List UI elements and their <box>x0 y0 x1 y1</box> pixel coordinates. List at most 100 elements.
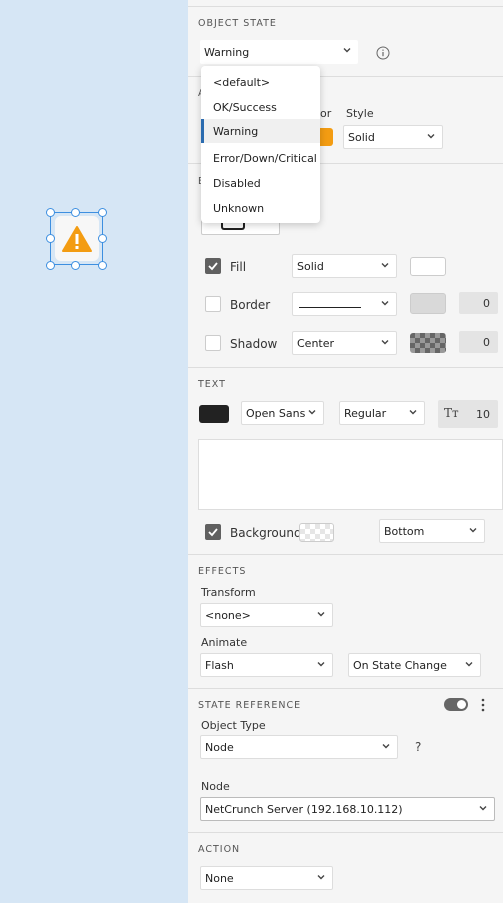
background-checkbox[interactable] <box>205 524 221 540</box>
object-state-dropdown-menu: <default> OK/Success Warning Error/Down/… <box>201 66 320 223</box>
object-type-label: Object Type <box>201 719 266 732</box>
resize-handle-s[interactable] <box>71 261 80 270</box>
font-family-select[interactable]: Open Sans <box>241 401 324 425</box>
node-select[interactable]: NetCrunch Server (192.168.10.112) <box>200 797 495 821</box>
action-section-title: ACTION <box>198 844 241 855</box>
chevron-down-icon <box>469 528 477 533</box>
divider <box>188 367 503 368</box>
chevron-down-icon <box>381 340 389 345</box>
background-color-swatch[interactable] <box>299 523 334 542</box>
animate-select[interactable]: Flash <box>200 653 333 677</box>
fill-color-swatch[interactable] <box>410 257 446 276</box>
resize-handle-n[interactable] <box>71 208 80 217</box>
text-color-swatch[interactable] <box>199 405 229 423</box>
animate-trigger-value: On State Change <box>353 658 447 672</box>
warning-triangle-icon <box>62 225 92 252</box>
chevron-down-icon <box>409 410 417 415</box>
more-vertical-icon[interactable] <box>480 698 486 712</box>
object-type-value: Node <box>205 740 234 754</box>
checkmark-icon <box>208 528 218 537</box>
help-icon[interactable]: ? <box>415 740 421 754</box>
shadow-size-input[interactable]: 0 <box>459 331 498 353</box>
node-label: Node <box>201 780 230 793</box>
border-checkbox[interactable] <box>205 296 221 312</box>
menu-item-error-down-critical[interactable]: Error/Down/Critical <box>201 146 320 170</box>
transform-label: Transform <box>201 586 256 599</box>
action-select[interactable]: None <box>200 866 333 890</box>
transform-select[interactable]: <none> <box>200 603 333 627</box>
info-icon[interactable] <box>376 46 390 60</box>
font-weight-select[interactable]: Regular <box>339 401 425 425</box>
shadow-position-select[interactable]: Center <box>292 331 397 355</box>
chevron-down-icon <box>317 662 325 667</box>
menu-item-disabled[interactable]: Disabled <box>201 171 320 195</box>
action-value: None <box>205 871 234 885</box>
resize-handle-nw[interactable] <box>46 208 55 217</box>
divider <box>188 688 503 689</box>
menu-item-ok-success[interactable]: OK/Success <box>201 95 320 119</box>
menu-item-warning[interactable]: Warning <box>201 119 320 143</box>
resize-handle-se[interactable] <box>98 261 107 270</box>
font-size-value: 10 <box>476 407 490 421</box>
state-color-swatch[interactable] <box>320 128 333 146</box>
border-width-input[interactable]: 0 <box>459 292 498 314</box>
object-type-select[interactable]: Node <box>200 735 398 759</box>
object-state-select[interactable]: Warning <box>200 40 358 64</box>
menu-item-unknown[interactable]: Unknown <box>201 196 320 220</box>
border-color-swatch[interactable] <box>410 293 446 314</box>
resize-handle-sw[interactable] <box>46 261 55 270</box>
line-style-preview <box>299 306 361 308</box>
object-state-value: Warning <box>204 45 250 59</box>
warning-object[interactable] <box>55 216 99 261</box>
divider <box>188 832 503 833</box>
text-position-value: Bottom <box>384 524 425 538</box>
chevron-down-icon <box>479 806 487 811</box>
background-label: Background <box>230 526 302 540</box>
font-family-value: Open Sans <box>246 406 306 420</box>
border-style-select[interactable] <box>292 292 397 316</box>
font-weight-value: Regular <box>344 406 387 420</box>
effects-section-title: EFFECTS <box>198 566 247 577</box>
checkmark-icon <box>208 262 218 271</box>
chevron-down-icon <box>317 612 325 617</box>
chevron-down-icon <box>343 48 351 53</box>
object-state-title: OBJECT STATE <box>198 18 277 29</box>
resize-handle-ne[interactable] <box>98 208 107 217</box>
chevron-down-icon <box>381 263 389 268</box>
state-reference-toggle[interactable] <box>444 698 468 711</box>
shadow-checkbox[interactable] <box>205 335 221 351</box>
shadow-color-swatch[interactable] <box>410 333 446 353</box>
state-reference-title: STATE REFERENCE <box>198 700 302 711</box>
divider <box>188 6 503 7</box>
color-label: or <box>320 107 332 120</box>
fill-style-value: Solid <box>297 259 324 273</box>
chevron-down-icon <box>317 875 325 880</box>
font-size-input[interactable]: Tт 10 <box>438 400 498 428</box>
resize-handle-e[interactable] <box>98 234 107 243</box>
chevron-down-icon <box>427 134 435 139</box>
shadow-position-value: Center <box>297 336 335 350</box>
text-position-select[interactable]: Bottom <box>379 519 485 543</box>
text-size-icon: Tт <box>444 406 459 420</box>
toggle-knob <box>457 700 466 709</box>
border-label: Border <box>230 298 271 312</box>
design-canvas[interactable] <box>0 0 188 903</box>
style-select[interactable]: Solid <box>343 125 443 149</box>
chevron-down-icon <box>381 301 389 306</box>
resize-handle-w[interactable] <box>46 234 55 243</box>
fill-checkbox[interactable] <box>205 258 221 274</box>
style-label: Style <box>346 107 374 120</box>
chevron-down-icon <box>382 744 390 749</box>
transform-value: <none> <box>205 608 251 622</box>
divider <box>188 554 503 555</box>
shadow-label: Shadow <box>230 337 278 351</box>
chevron-down-icon <box>308 410 316 415</box>
animate-value: Flash <box>205 658 234 672</box>
text-section-title: TEXT <box>198 379 226 390</box>
label-text-area[interactable] <box>198 439 503 510</box>
fill-style-select[interactable]: Solid <box>292 254 397 278</box>
menu-item-default[interactable]: <default> <box>201 70 320 94</box>
style-value: Solid <box>348 130 375 144</box>
node-value: NetCrunch Server (192.168.10.112) <box>205 802 403 816</box>
animate-trigger-select[interactable]: On State Change <box>348 653 481 677</box>
